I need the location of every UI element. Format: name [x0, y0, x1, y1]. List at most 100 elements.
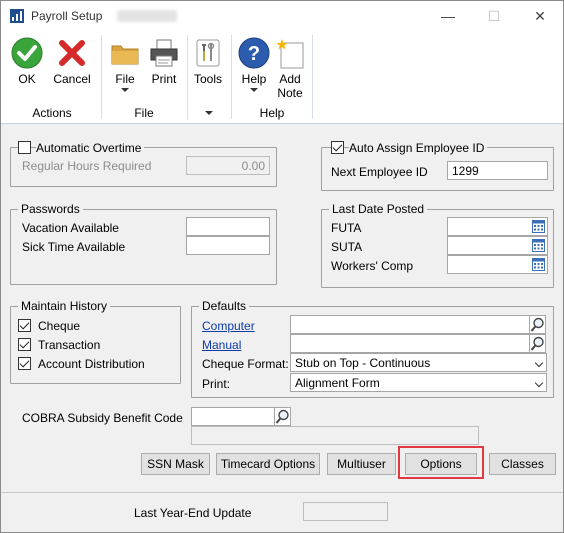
tools-icon	[196, 39, 220, 67]
last-year-end-update-field	[303, 502, 388, 521]
calendar-icon[interactable]	[532, 220, 545, 233]
help-menu-button[interactable]: ? Help	[237, 37, 271, 92]
add-note-button[interactable]: Add Note	[273, 37, 307, 100]
transaction-label: Transaction	[38, 338, 101, 352]
tools-group-expand[interactable]	[197, 107, 221, 115]
calendar-icon[interactable]	[532, 258, 545, 271]
automatic-overtime-checkbox[interactable]	[18, 141, 31, 154]
chevron-down-icon	[534, 378, 544, 388]
print-default-value: Alignment Form	[295, 376, 380, 390]
cheque-format-value: Stub on Top - Continuous	[295, 356, 431, 370]
auto-assign-employee-id-label: Auto Assign Employee ID	[349, 141, 488, 155]
cancel-button[interactable]: Cancel	[51, 37, 93, 86]
futa-label: FUTA	[331, 221, 362, 235]
workers-comp-date-field[interactable]	[447, 255, 548, 274]
svg-text:?: ?	[248, 43, 260, 65]
automatic-overtime-label: Automatic Overtime	[36, 141, 145, 155]
options-button[interactable]: Options	[405, 453, 477, 475]
ok-check-icon	[11, 37, 43, 69]
footer-divider	[1, 492, 563, 493]
tools-button[interactable]: Tools	[191, 37, 225, 86]
ribbon-separator	[312, 35, 313, 119]
print-default-label: Print:	[202, 377, 231, 391]
manual-link[interactable]: Manual	[202, 338, 241, 352]
multiuser-button[interactable]: Multiuser	[327, 453, 396, 475]
timecard-options-button[interactable]: Timecard Options	[216, 453, 320, 475]
magnifier-icon	[530, 317, 544, 332]
ribbon-separator	[101, 35, 102, 119]
suta-label: SUTA	[331, 240, 363, 254]
cobra-code-field[interactable]	[191, 407, 275, 426]
futa-date-field[interactable]	[447, 217, 548, 236]
ok-button[interactable]: OK	[9, 37, 45, 86]
computer-lookup-button[interactable]	[529, 315, 546, 334]
last-date-posted-title: Last Date Posted	[329, 202, 428, 216]
file-label: File	[115, 72, 135, 86]
vacation-available-label: Vacation Available	[22, 221, 119, 235]
account-distribution-label: Account Distribution	[38, 357, 145, 371]
next-employee-id-field[interactable]: 1299	[447, 161, 548, 180]
chevron-down-icon	[534, 358, 544, 368]
file-menu-button[interactable]: File	[108, 37, 142, 92]
chevron-down-icon	[205, 111, 213, 115]
printer-icon	[150, 39, 178, 67]
computer-link[interactable]: Computer	[202, 319, 255, 333]
cobra-label: COBRA Subsidy Benefit Code	[22, 411, 183, 425]
regular-hours-label: Regular Hours Required	[22, 159, 152, 173]
regular-hours-field[interactable]: 0.00	[186, 156, 270, 175]
cancel-label: Cancel	[53, 72, 91, 86]
cheque-checkbox[interactable]	[18, 319, 31, 332]
payroll-setup-window: Payroll Setup — ☐ ✕ OK Cancel File Print…	[0, 0, 564, 533]
close-button[interactable]: ✕	[517, 1, 563, 31]
defaults-title: Defaults	[199, 299, 250, 313]
maximize-button[interactable]: ☐	[471, 1, 517, 31]
help-question-icon: ?	[238, 37, 270, 69]
ok-label: OK	[18, 72, 36, 86]
group-label-actions: Actions	[32, 106, 72, 120]
folder-icon	[111, 45, 139, 65]
transaction-checkbox[interactable]	[18, 338, 31, 351]
chevron-down-icon	[121, 88, 129, 92]
cheque-label: Cheque	[38, 319, 81, 333]
help-label: Help	[241, 72, 267, 86]
add-note-icon	[276, 39, 304, 69]
ribbon: OK Cancel File Print Tools ? Help Add No…	[1, 31, 563, 124]
ssn-mask-button[interactable]: SSN Mask	[141, 453, 210, 475]
account-distribution-checkbox[interactable]	[18, 357, 31, 370]
cobra-description-field	[191, 426, 479, 445]
vacation-available-field[interactable]	[186, 217, 270, 236]
group-label-file: File	[134, 106, 154, 120]
window-title: Payroll Setup	[31, 9, 103, 23]
minimize-button[interactable]: —	[425, 1, 471, 31]
add-note-label-1: Add	[279, 72, 301, 86]
manual-lookup-button[interactable]	[529, 334, 546, 353]
calendar-icon[interactable]	[532, 239, 545, 252]
tools-label: Tools	[193, 72, 222, 86]
next-employee-id-label: Next Employee ID	[331, 165, 428, 179]
print-default-select[interactable]: Alignment Form	[290, 373, 547, 392]
print-label: Print	[151, 72, 177, 86]
classes-button[interactable]: Classes	[489, 453, 556, 475]
cheque-format-label: Cheque Format:	[202, 357, 289, 371]
suta-date-field[interactable]	[447, 236, 548, 255]
computer-checkbook-field[interactable]	[290, 315, 530, 334]
manual-checkbook-field[interactable]	[290, 334, 530, 353]
sick-time-available-field[interactable]	[186, 236, 270, 255]
auto-assign-employee-id-checkbox[interactable]	[331, 141, 344, 154]
title-redacted-company	[117, 10, 177, 22]
sick-time-available-label: Sick Time Available	[22, 240, 126, 254]
maintain-history-title: Maintain History	[18, 299, 111, 313]
app-chart-icon	[10, 9, 24, 23]
group-label-help: Help	[259, 106, 285, 120]
cheque-format-select[interactable]: Stub on Top - Continuous	[290, 353, 547, 372]
ribbon-separator	[231, 35, 232, 119]
passwords-title: Passwords	[18, 202, 83, 216]
print-button[interactable]: Print	[146, 37, 182, 86]
ribbon-separator	[187, 35, 188, 119]
last-year-end-update-label: Last Year-End Update	[134, 506, 252, 520]
magnifier-icon	[530, 336, 544, 351]
magnifier-icon	[275, 409, 289, 424]
chevron-down-icon	[250, 88, 258, 92]
workers-comp-label: Workers' Comp	[331, 259, 414, 273]
cobra-lookup-button[interactable]	[274, 407, 291, 426]
